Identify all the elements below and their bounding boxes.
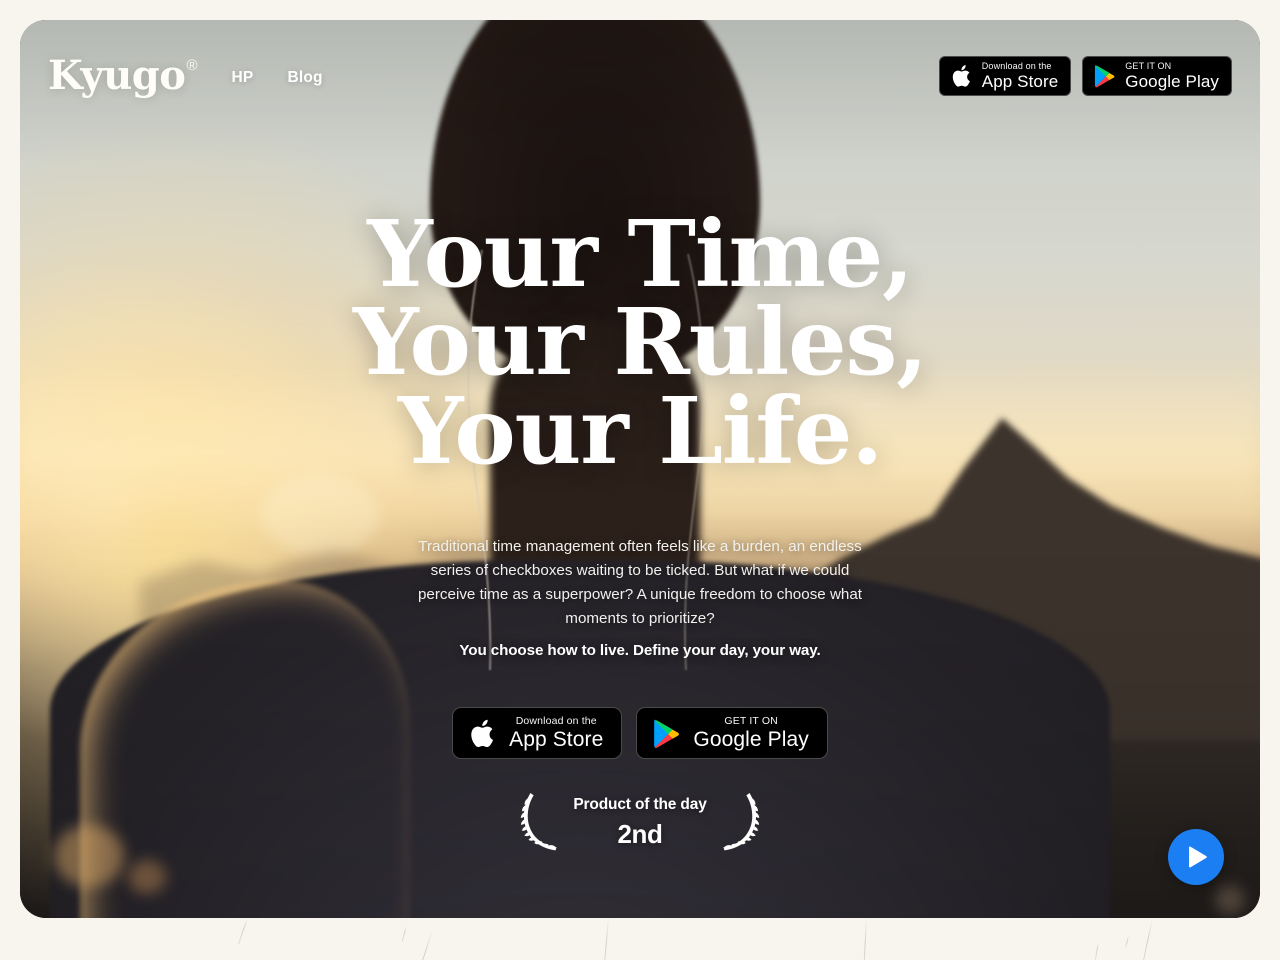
- cta-google-play-button[interactable]: GET IT ON Google Play: [636, 707, 828, 759]
- hero-paragraph-emphasis: You choose how to live. Define your day,…: [459, 642, 821, 659]
- hero-content: Your Time, Your Rules, Your Life. Tradit…: [20, 200, 1260, 853]
- award-label: Product of the day: [573, 795, 707, 813]
- app-store-label-group: Download on the App Store: [981, 61, 1059, 91]
- registered-trademark-icon: ®: [186, 57, 198, 74]
- apple-icon: [952, 65, 970, 87]
- google-play-main-label: Google Play: [1125, 72, 1219, 91]
- top-navigation-bar: Kyugo ® HP Blog Download on the App Stor…: [20, 20, 1260, 132]
- apple-icon: [471, 719, 494, 747]
- headline-line-3: Your Life.: [397, 376, 883, 485]
- hero-card: Kyugo ® HP Blog Download on the App Stor…: [20, 20, 1260, 918]
- play-icon: [1188, 846, 1207, 868]
- cta-app-store-button[interactable]: Download on the App Store: [452, 707, 623, 759]
- award-badge: Product of the day 2nd: [517, 791, 762, 853]
- header-app-store-button[interactable]: Download on the App Store: [938, 56, 1072, 96]
- google-play-top-label: GET IT ON: [1125, 61, 1172, 71]
- page-title: Your Time, Your Rules, Your Life.: [353, 200, 928, 485]
- main-nav: HP Blog: [232, 69, 323, 87]
- nav-item-blog[interactable]: Blog: [287, 69, 322, 87]
- header-google-play-button[interactable]: GET IT ON Google Play: [1082, 56, 1232, 96]
- google-play-top-label: GET IT ON: [724, 714, 778, 727]
- header-store-badges: Download on the App Store GET IT ON Goog…: [938, 56, 1232, 96]
- headline-line-1: Your Time,: [367, 200, 914, 308]
- google-play-icon: [1095, 65, 1115, 88]
- google-play-label-group: GET IT ON Google Play: [1125, 61, 1219, 91]
- hero-paragraph: Traditional time management often feels …: [417, 537, 863, 627]
- app-store-top-label: Download on the: [981, 61, 1052, 71]
- app-store-main-label: App Store: [509, 728, 604, 752]
- app-store-label-group: Download on the App Store: [509, 716, 603, 751]
- headline-line-2: Your Rules,: [353, 288, 928, 397]
- laurel-wreath-left-icon: [521, 793, 557, 851]
- app-store-top-label: Download on the: [515, 714, 597, 727]
- laurel-wreath-right-icon: [723, 793, 759, 851]
- google-play-label-group: GET IT ON Google Play: [693, 716, 809, 751]
- google-play-main-label: Google Play: [693, 728, 809, 752]
- award-rank: 2nd: [617, 819, 663, 850]
- google-play-icon: [654, 719, 680, 748]
- brand-logo[interactable]: Kyugo ®: [48, 56, 198, 96]
- award-text-group: Product of the day 2nd: [573, 795, 707, 850]
- app-store-main-label: App Store: [981, 72, 1059, 91]
- brand-name: Kyugo: [48, 52, 186, 99]
- play-video-button[interactable]: [1168, 829, 1224, 885]
- nav-item-hp[interactable]: HP: [232, 69, 254, 87]
- cta-store-badges: Download on the App Store GET IT ON Goog…: [452, 707, 828, 759]
